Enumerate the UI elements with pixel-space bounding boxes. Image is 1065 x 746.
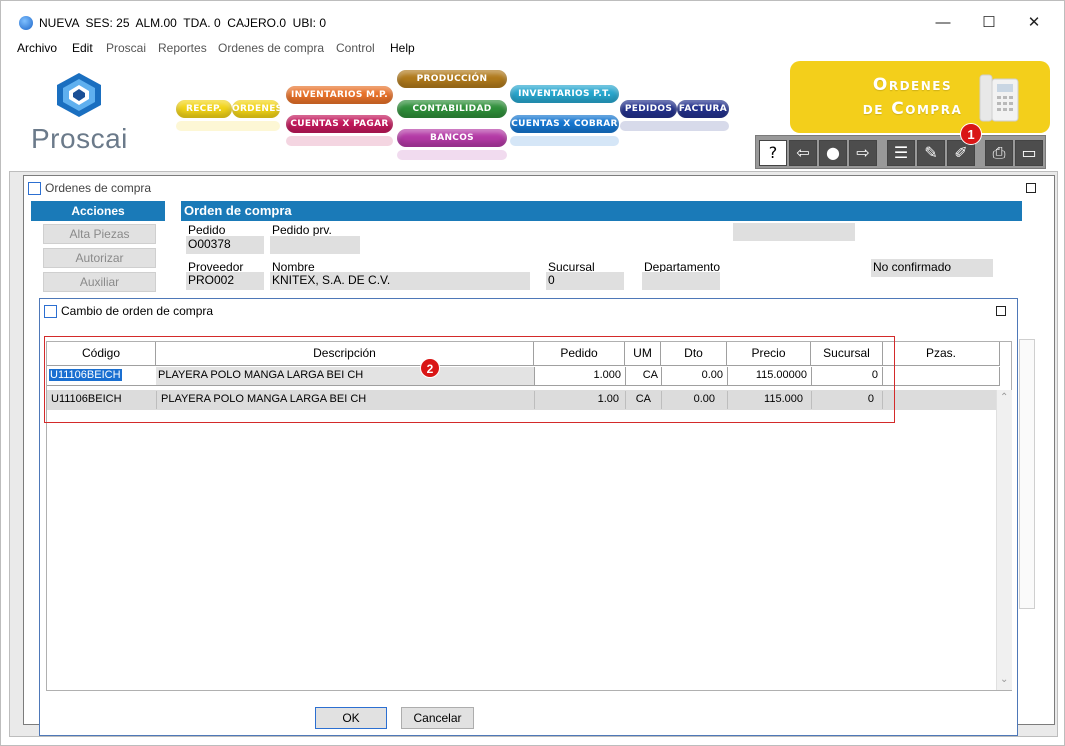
menu-bar: Archivo Edit Proscai Reportes Ordenes de… [9, 39, 1058, 59]
list-scrollbar[interactable]: ⌃ ⌄ [996, 390, 1012, 690]
print-icon[interactable]: ⎙ [985, 140, 1013, 166]
proscai-logo-icon [53, 71, 105, 117]
toolbar: ? ⇦ ● ⇨ ☰ ✎ ✐ ⎙ ▭ [755, 135, 1046, 169]
autorizar-button[interactable]: Autorizar [43, 248, 156, 268]
menu-edit[interactable]: Edit [72, 41, 93, 55]
section-title-line2: de Compra [862, 99, 963, 119]
bancos-button[interactable]: BANCOS [397, 129, 507, 147]
reflection [286, 136, 393, 146]
module-banner: Proscai RECEP. ORDENES INVENTARIOS M.P. … [9, 59, 1058, 171]
reflection [397, 150, 507, 160]
scroll-up-icon[interactable]: ⌃ [1000, 392, 1008, 403]
close-button[interactable]: ✕ [1014, 11, 1054, 35]
pedido-field[interactable]: O00378 [186, 236, 264, 254]
maximize-icon[interactable] [1026, 183, 1036, 193]
background-scrollbar[interactable] [1019, 339, 1035, 609]
scroll-down-icon[interactable]: ⌄ [1000, 674, 1008, 685]
dialog-maximize-icon[interactable] [996, 306, 1006, 316]
minimize-button[interactable]: — [923, 11, 963, 35]
alta-piezas-button[interactable]: Alta Piezas [43, 224, 156, 244]
edit-document-icon[interactable]: ✎ [917, 140, 945, 166]
dialog-title: Cambio de orden de compra [61, 304, 214, 318]
annotation-badge-2: 2 [420, 358, 440, 378]
arrow-left-icon[interactable]: ⇦ [789, 140, 817, 166]
menu-ordenes-de-compra[interactable]: Ordenes de compra [218, 41, 324, 55]
inventarios-pt-button[interactable]: INVENTARIOS P.T. [510, 85, 619, 103]
dialog-checkbox[interactable] [44, 305, 57, 318]
reflection [510, 136, 619, 146]
col-pzas[interactable]: Pzas. [883, 342, 1000, 366]
cuentas-x-pagar-button[interactable]: CUENTAS X PAGAR [286, 115, 393, 133]
reflection [176, 121, 280, 131]
reflection [620, 121, 729, 131]
section-title-panel: Ordenes de Compra [790, 61, 1050, 133]
status-badge: No confirmado [871, 259, 993, 277]
window-title: NUEVA SES: 25 ALM.00 TDA. 0 CAJERO.0 UBI… [39, 16, 327, 30]
pedidos-button[interactable]: PEDIDOS [620, 100, 677, 118]
maximize-button[interactable]: ☐ [969, 11, 1009, 35]
window-checkbox[interactable] [28, 182, 41, 195]
inventarios-mp-button[interactable]: INVENTARIOS M.P. [286, 86, 393, 104]
recep-button[interactable]: RECEP. [176, 100, 232, 118]
help-icon[interactable]: ? [759, 140, 787, 166]
arrow-right-icon[interactable]: ⇨ [849, 140, 877, 166]
auxiliar-button[interactable]: Auxiliar [43, 272, 156, 292]
menu-help[interactable]: Help [390, 41, 415, 55]
departamento-field[interactable] [642, 272, 720, 290]
produccion-button[interactable]: PRODUCCIÓN [397, 70, 507, 88]
app-window: NUEVA SES: 25 ALM.00 TDA. 0 CAJERO.0 UBI… [0, 0, 1065, 746]
search-person-icon[interactable]: ● [819, 140, 847, 166]
sucursal-field[interactable]: 0 [546, 272, 624, 290]
cuentas-x-cobrar-button[interactable]: CUENTAS X COBRAR [510, 115, 619, 133]
window-title: Ordenes de compra [45, 181, 152, 195]
contabilidad-button[interactable]: CONTABILIDAD [397, 100, 507, 118]
pedido-prv-field[interactable] [270, 236, 360, 254]
factura-button[interactable]: FACTURA [677, 100, 729, 118]
pedido-label: Pedido [188, 223, 226, 237]
pedido-prv-label: Pedido prv. [272, 223, 332, 237]
phone-fax-icon [976, 71, 1022, 125]
pzas-input[interactable] [883, 367, 1000, 385]
list-icon[interactable]: ☰ [887, 140, 915, 166]
items-list: U11106BEICH PLAYERA POLO MANGA LARGA BEI… [47, 390, 1000, 690]
app-globe-icon [19, 16, 33, 30]
section-title-line1: Ordenes [872, 75, 953, 95]
menu-archivo[interactable]: Archivo [17, 41, 57, 55]
acciones-header: Acciones [31, 201, 165, 221]
menu-proscai[interactable]: Proscai [106, 41, 146, 55]
blank-field [733, 223, 855, 241]
title-bar: NUEVA SES: 25 ALM.00 TDA. 0 CAJERO.0 UBI… [9, 9, 1058, 37]
menu-reportes[interactable]: Reportes [158, 41, 207, 55]
ordenes-button[interactable]: ORDENES [232, 100, 282, 118]
annotation-highlight [44, 336, 895, 423]
menu-control[interactable]: Control [336, 41, 375, 55]
proveedor-field[interactable]: PRO002 [186, 272, 264, 290]
nombre-field[interactable]: KNITEX, S.A. DE C.V. [270, 272, 530, 290]
ok-button[interactable]: OK [315, 707, 387, 729]
orden-de-compra-header: Orden de compra [181, 201, 1022, 221]
proscai-logo-text: Proscai [31, 123, 128, 154]
cambio-orden-dialog: Cambio de orden de compra Código Descrip… [39, 298, 1018, 736]
section-title: Ordenes de Compra [830, 73, 995, 121]
annotation-badge-1: 1 [960, 123, 982, 145]
cancel-button[interactable]: Cancelar [401, 707, 474, 729]
window-icon[interactable]: ▭ [1015, 140, 1043, 166]
